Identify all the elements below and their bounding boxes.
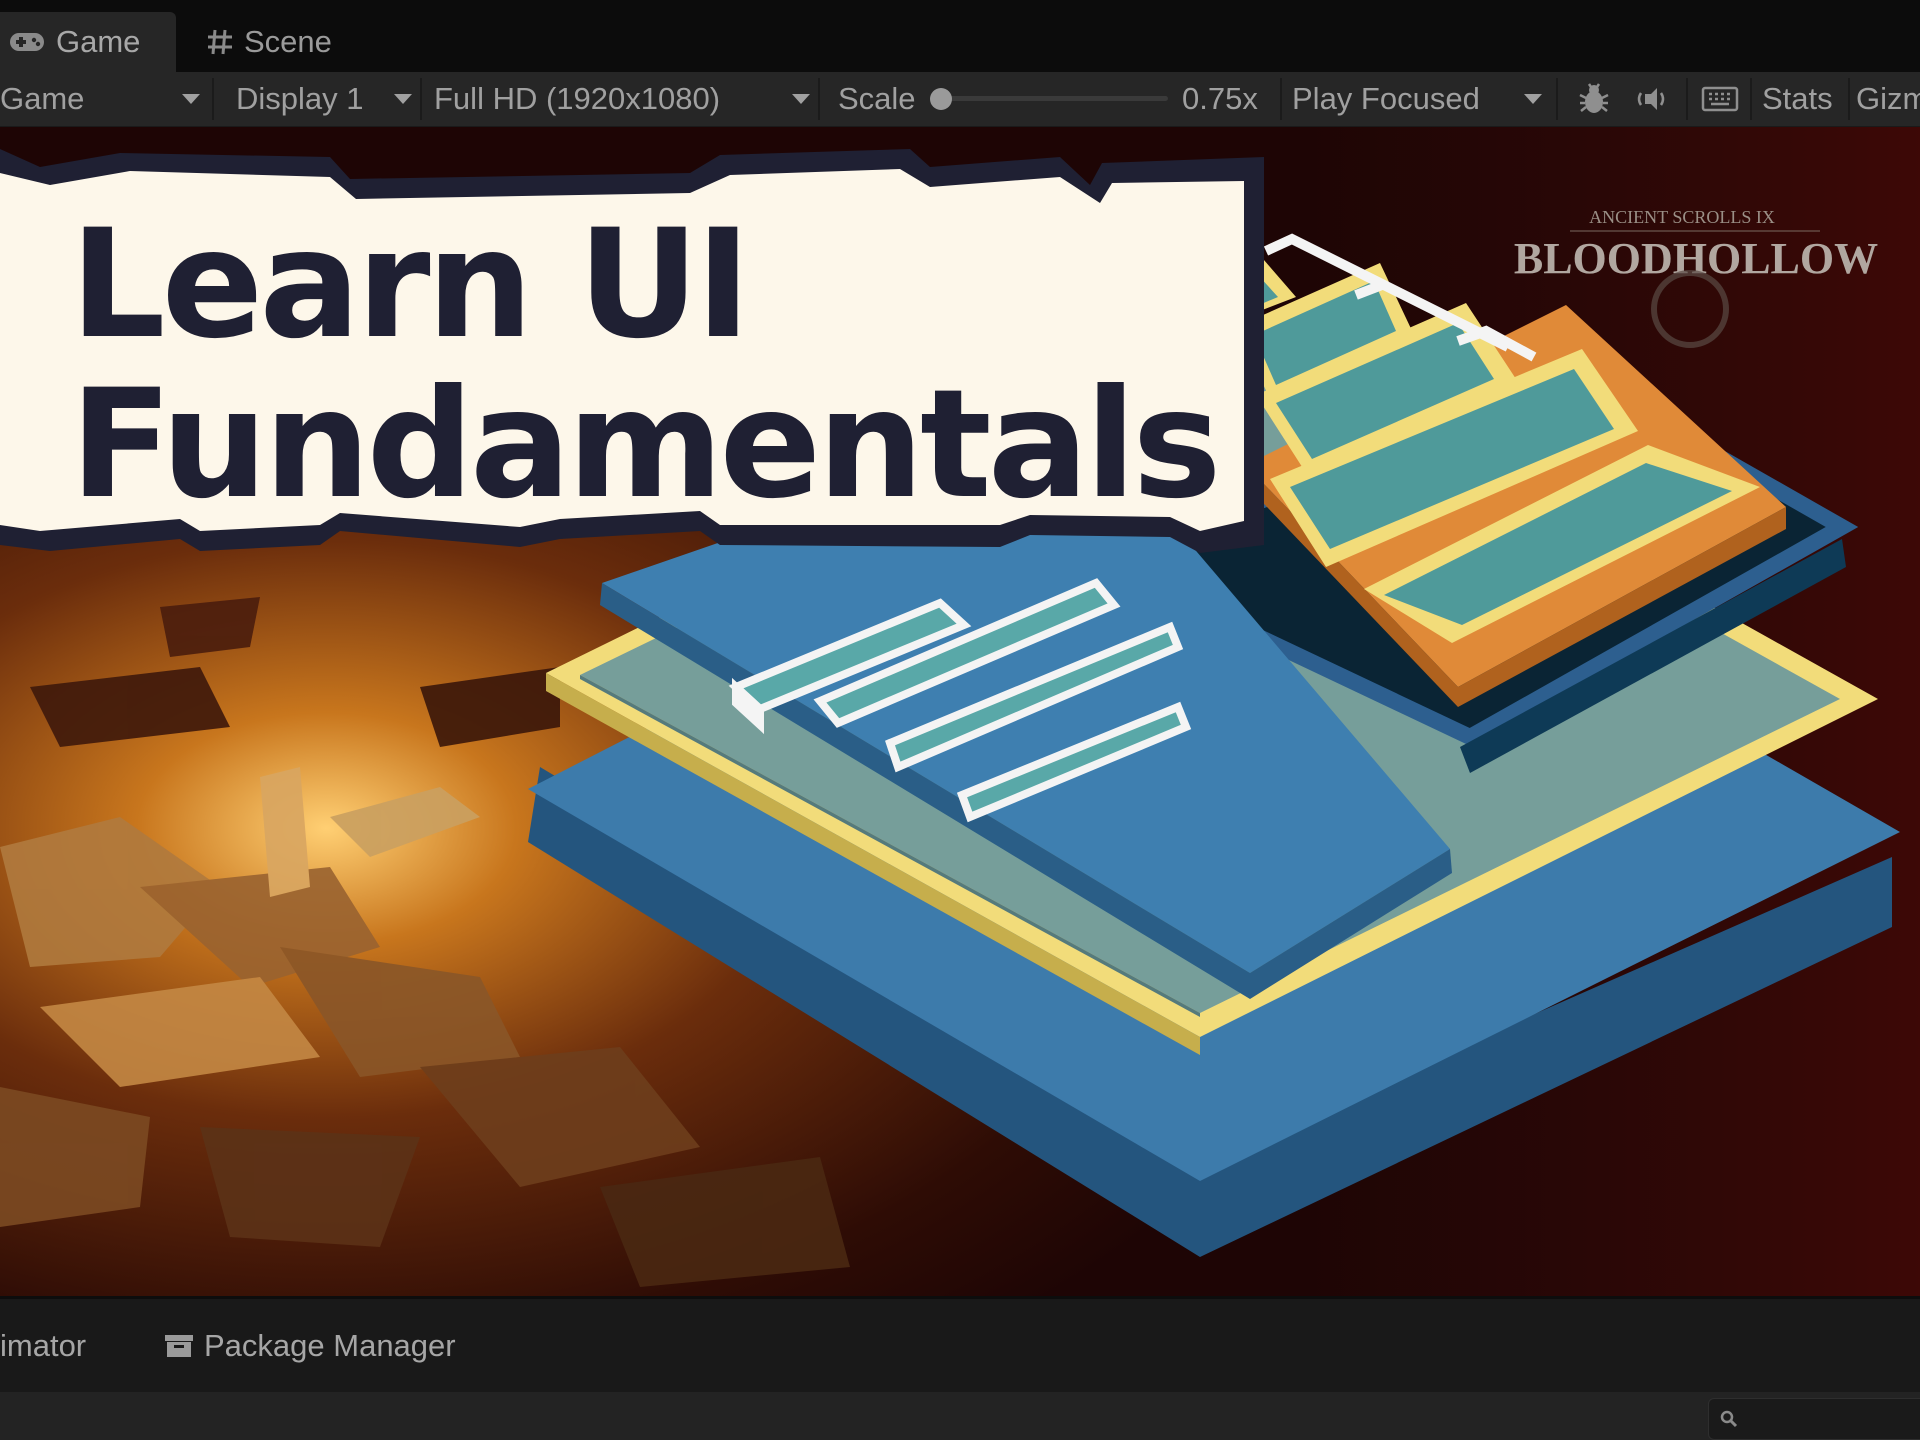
chevron-down-icon (1524, 94, 1542, 104)
chevron-down-icon (182, 94, 200, 104)
keyboard-icon (1701, 86, 1739, 112)
tab-bar: Game Scene (0, 0, 1920, 72)
toolbar-divider (1686, 78, 1688, 120)
speaker-icon (1637, 88, 1665, 110)
tab-animator[interactable]: imator (0, 1299, 86, 1392)
scale-control: Scale 0.75x (838, 72, 1268, 126)
scale-slider-track[interactable] (938, 96, 1168, 101)
package-icon (165, 1334, 193, 1357)
gamepad-icon (10, 33, 44, 51)
scale-slider-handle[interactable] (930, 88, 952, 110)
toolbar-divider (1280, 78, 1282, 120)
stats-label: Stats (1762, 81, 1833, 116)
play-mode-label: Play Focused (1292, 81, 1480, 116)
game-view-dropdown[interactable]: Game (0, 72, 208, 126)
toolbar-divider (420, 78, 422, 120)
resolution-label: Full HD (1920x1080) (434, 81, 721, 116)
bottom-panel-tabs: imator Package Manager (0, 1296, 1920, 1392)
chevron-down-icon (394, 94, 412, 104)
game-viewport[interactable]: ANCIENT SCROLLS IX BLOODHOLLOW Learn UI … (0, 127, 1920, 1296)
audio-toggle[interactable] (1626, 72, 1682, 126)
logo-subtitle: ANCIENT SCROLLS IX (1589, 207, 1775, 227)
game-toolbar: Game Display 1 Full HD (1920x1080) Scale… (0, 72, 1920, 127)
resolution-dropdown[interactable]: Full HD (1920x1080) (434, 72, 812, 126)
bug-icon (1579, 83, 1609, 113)
gizmos-button[interactable]: Gizm (1856, 72, 1920, 126)
keyboard-toggle[interactable] (1694, 72, 1746, 126)
toolbar-divider (1556, 78, 1558, 120)
play-mode-dropdown[interactable]: Play Focused (1292, 72, 1550, 126)
display-dropdown[interactable]: Display 1 (236, 72, 416, 126)
bottom-panel-toolbar (0, 1392, 1920, 1440)
toolbar-divider (1750, 78, 1752, 120)
gizmos-label: Gizm (1856, 81, 1920, 116)
scale-label: Scale (838, 81, 916, 116)
tab-package-manager-label: Package Manager (204, 1327, 456, 1363)
tab-scene[interactable]: Scene (198, 12, 358, 72)
stats-button[interactable]: Stats (1762, 72, 1842, 126)
game-view-label: Game (0, 81, 85, 116)
toolbar-divider (1848, 78, 1850, 120)
game-scene-render: ANCIENT SCROLLS IX BLOODHOLLOW (0, 127, 1920, 1296)
title-card-paper (0, 169, 1244, 531)
tab-scene-label: Scene (244, 24, 332, 59)
toolbar-divider (818, 78, 820, 120)
scale-value: 0.75x (1182, 81, 1258, 116)
display-label: Display 1 (236, 81, 364, 116)
chevron-down-icon (792, 94, 810, 104)
grid-hash-icon (208, 29, 232, 55)
tab-package-manager[interactable]: Package Manager (164, 1299, 456, 1392)
toolbar-divider (212, 78, 214, 120)
tab-animator-label: imator (0, 1327, 87, 1363)
title-card (0, 149, 1264, 553)
tab-game[interactable]: Game (0, 12, 176, 72)
search-input[interactable] (1708, 1398, 1920, 1440)
search-icon (1720, 1410, 1738, 1428)
debug-toggle[interactable] (1566, 72, 1622, 126)
tab-game-label: Game (56, 24, 141, 59)
